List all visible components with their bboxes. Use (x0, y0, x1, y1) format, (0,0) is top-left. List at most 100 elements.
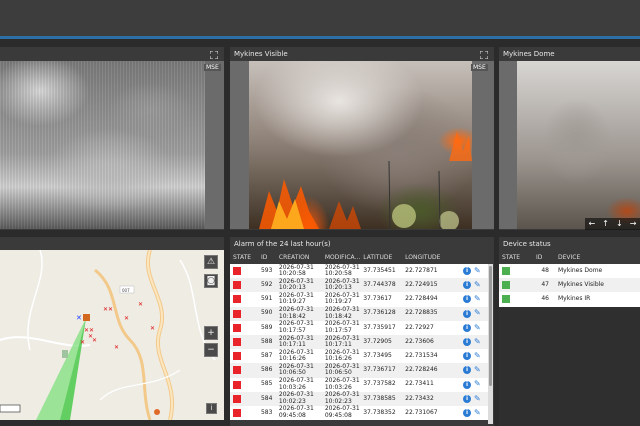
alarm-table-header: STATE ID CREATION MODIFICA... LATITUDE L… (230, 251, 488, 264)
fullscreen-icon[interactable] (209, 50, 219, 60)
alarm-state-indicator (233, 309, 241, 318)
table-row[interactable]: 589 2026-07-31 10:17:57 2026-07-31 10:17:5… (230, 321, 488, 335)
column-header-state[interactable]: STATE (230, 251, 258, 264)
alarm-creation: 2026-07-31 10:06:50 (275, 363, 322, 378)
table-row[interactable]: 584 2026-07-31 10:02:23 2026-07-31 10:02:2… (230, 391, 488, 406)
alarm-state-indicator (233, 338, 241, 347)
alarm-panel: Alarm of the 24 last hour(s) STATE ID CR… (230, 237, 494, 426)
alarm-creation: 2026-07-31 10:20:58 (275, 264, 322, 279)
map-road-label: 007 (122, 288, 130, 293)
device-name: Mykines IR (555, 292, 640, 307)
map-zoom-in-button[interactable]: + (204, 326, 218, 340)
column-header-id[interactable]: ID (533, 251, 555, 264)
alarm-longitude: 22.727871 (402, 264, 461, 279)
alarm-table-scrollbar-thumb[interactable] (489, 266, 492, 386)
table-row[interactable]: 47 Mykines Visible (499, 278, 640, 293)
info-icon[interactable]: i (463, 267, 472, 276)
edit-icon[interactable]: ✎ (474, 281, 481, 289)
alarm-creation: 2026-07-31 10:20:13 (275, 278, 322, 293)
camera-panel-dome-header: Mykines Dome (499, 47, 640, 61)
info-icon[interactable]: i (463, 295, 472, 304)
device-panel-title: Device status (503, 240, 551, 248)
edit-icon[interactable]: ✎ (474, 366, 481, 374)
column-header-actions (460, 251, 488, 264)
column-header-state[interactable]: STATE (499, 251, 533, 264)
ptz-up-icon[interactable]: ↑ (602, 218, 609, 230)
camera-feed-dome[interactable] (517, 61, 640, 229)
table-row[interactable]: 590 2026-07-31 10:18:42 2026-07-31 10:18:4… (230, 306, 488, 321)
alarm-creation: 2026-07-31 10:03:26 (275, 377, 322, 392)
edit-icon[interactable]: ✎ (474, 394, 481, 403)
table-row[interactable]: 587 2026-07-31 10:16:26 2026-07-31 10:16:2… (230, 349, 488, 364)
table-row[interactable]: 46 Mykines IR (499, 292, 640, 307)
edit-icon[interactable]: ✎ (474, 295, 481, 303)
camera-feed-ir[interactable] (0, 61, 205, 229)
ptz-right-icon[interactable]: → (630, 218, 637, 230)
fullscreen-icon[interactable] (479, 50, 489, 60)
table-row[interactable]: 592 2026-07-31 10:20:13 2026-07-31 10:20:1… (230, 278, 488, 293)
camera-feed-visible[interactable] (249, 61, 472, 229)
map-warning-button[interactable]: ⚠ (204, 255, 218, 269)
edit-icon[interactable]: ✎ (474, 380, 481, 388)
device-id: 46 (533, 292, 555, 307)
device-state-indicator (502, 267, 510, 276)
table-row[interactable]: 585 2026-07-31 10:03:26 2026-07-31 10:03:2… (230, 377, 488, 392)
svg-text:✕: ✕ (92, 337, 97, 344)
table-row[interactable]: 583 2026-07-31 09:45:08 2026-07-31 09:45:0… (230, 406, 488, 421)
info-icon[interactable]: i (463, 323, 472, 332)
info-icon[interactable]: i (463, 408, 472, 417)
alarm-id: 588 (257, 334, 276, 350)
edit-icon[interactable]: ✎ (474, 309, 481, 317)
alarm-state-indicator (233, 380, 241, 389)
column-header-creation[interactable]: CREATION (275, 251, 322, 264)
alarm-id: 590 (257, 306, 276, 321)
alarm-longitude: 22.724915 (402, 278, 461, 293)
accent-line (0, 36, 640, 39)
map-zoom-out-button[interactable]: − (204, 343, 218, 357)
device-table-header: STATE ID DEVICE (499, 251, 640, 264)
ptz-down-icon[interactable]: ↓ (616, 218, 623, 230)
alarm-modified: 2026-07-31 10:20:58 (321, 264, 361, 279)
edit-icon[interactable]: ✎ (474, 409, 481, 417)
map-view[interactable]: ✕ ✕✕ ✕ ✕ ✕ ✕✕ ✕ ✕ ✕ ✕ 007 ⚠ ◙ + − i (0, 250, 224, 420)
ptz-left-icon[interactable]: ← (589, 218, 596, 230)
device-state-indicator (502, 281, 510, 290)
svg-text:✕: ✕ (80, 339, 85, 346)
table-row[interactable]: 593 2026-07-31 10:20:58 2026-07-31 10:20:5… (230, 264, 488, 279)
table-row[interactable]: 48 Mykines Dome (499, 264, 640, 279)
edit-icon[interactable]: ✎ (474, 338, 481, 346)
column-header-modified[interactable]: MODIFICA... (321, 251, 361, 264)
info-icon[interactable]: i (463, 380, 472, 389)
info-icon[interactable]: i (463, 394, 472, 403)
alarm-creation: 2026-07-31 10:16:26 (275, 349, 322, 364)
svg-text:✕: ✕ (76, 314, 82, 322)
map-camera-button[interactable]: ◙ (204, 274, 218, 288)
column-header-device[interactable]: DEVICE (555, 251, 640, 264)
table-row[interactable]: 586 2026-07-31 10:06:50 2026-07-31 10:06:5… (230, 363, 488, 378)
edit-icon[interactable]: ✎ (474, 352, 481, 360)
map-panel-header (0, 237, 224, 251)
alarm-longitude: 22.73432 (402, 391, 461, 406)
alarm-id: 585 (257, 377, 276, 392)
alarm-table-scrollbar[interactable] (488, 264, 493, 424)
info-icon[interactable]: i (463, 352, 472, 361)
table-row[interactable]: 591 2026-07-31 10:19:27 2026-07-31 10:19:2… (230, 292, 488, 307)
alarm-modified: 2026-07-31 10:19:27 (321, 292, 361, 307)
column-header-longitude[interactable]: LONGITUDE (402, 251, 461, 264)
device-table-empty-area (499, 307, 640, 426)
alarm-state-indicator (233, 295, 241, 304)
alarm-state-indicator (233, 281, 241, 290)
column-header-latitude[interactable]: LATITUDE (360, 251, 403, 264)
table-row[interactable]: 588 2026-07-31 10:17:11 2026-07-31 10:17:1… (230, 334, 488, 350)
info-icon[interactable]: i (463, 309, 472, 318)
column-header-id[interactable]: ID (257, 251, 276, 264)
info-icon[interactable]: i (463, 366, 472, 375)
svg-text:✕: ✕ (138, 301, 143, 308)
map-info-button[interactable]: i (206, 403, 217, 414)
edit-icon[interactable]: ✎ (474, 323, 481, 332)
alarm-state-indicator (233, 267, 241, 276)
info-icon[interactable]: i (463, 338, 472, 347)
info-icon[interactable]: i (463, 281, 472, 290)
alarm-modified: 2026-07-31 10:20:13 (321, 278, 361, 293)
edit-icon[interactable]: ✎ (474, 267, 481, 275)
